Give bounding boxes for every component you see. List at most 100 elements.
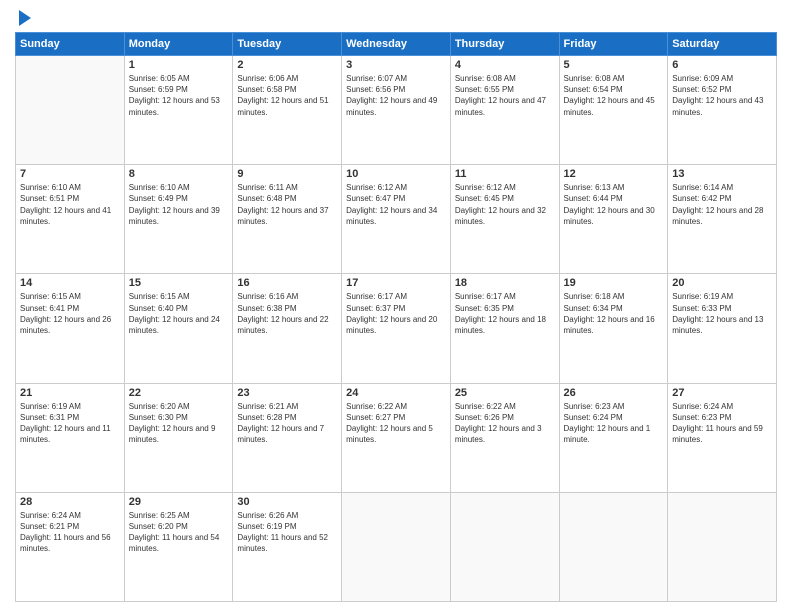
day-number: 16	[237, 277, 337, 289]
calendar-cell: 26 Sunrise: 6:23 AMSunset: 6:24 PMDayligh…	[559, 383, 668, 492]
day-info: Sunrise: 6:08 AMSunset: 6:54 PMDaylight:…	[564, 73, 664, 118]
day-number: 26	[564, 387, 664, 399]
day-number: 29	[129, 496, 229, 508]
calendar-cell: 13Sunrise: 6:14 AMSunset: 6:42 PMDayligh…	[668, 165, 777, 274]
calendar-cell: 1 Sunrise: 6:05 AMSunset: 6:59 PMDaylight…	[124, 56, 233, 165]
calendar-cell: 19 Sunrise: 6:18 AMSunset: 6:34 PMDayligh…	[559, 274, 668, 383]
calendar-cell: 25 Sunrise: 6:22 AMSunset: 6:26 PMDayligh…	[450, 383, 559, 492]
day-number: 18	[455, 277, 555, 289]
day-info: Sunrise: 6:26 AMSunset: 6:19 PMDaylight:…	[237, 510, 337, 555]
calendar-body: 1 Sunrise: 6:05 AMSunset: 6:59 PMDaylight…	[16, 56, 777, 602]
day-info: Sunrise: 6:24 AMSunset: 6:23 PMDaylight:…	[672, 401, 772, 446]
day-number: 30	[237, 496, 337, 508]
calendar-cell: 16 Sunrise: 6:16 AMSunset: 6:38 PMDayligh…	[233, 274, 342, 383]
calendar-cell: 28 Sunrise: 6:24 AMSunset: 6:21 PMDayligh…	[16, 492, 125, 601]
day-info: Sunrise: 6:22 AMSunset: 6:26 PMDaylight:…	[455, 401, 555, 446]
week-row-1: 1 Sunrise: 6:05 AMSunset: 6:59 PMDaylight…	[16, 56, 777, 165]
day-info: Sunrise: 6:12 AMSunset: 6:47 PMDaylight:…	[346, 182, 446, 227]
calendar-cell: 4 Sunrise: 6:08 AMSunset: 6:55 PMDaylight…	[450, 56, 559, 165]
calendar-cell: 5Sunrise: 6:08 AMSunset: 6:54 PMDaylight…	[559, 56, 668, 165]
calendar-cell	[559, 492, 668, 601]
day-info: Sunrise: 6:10 AMSunset: 6:49 PMDaylight:…	[129, 182, 229, 227]
calendar-cell: 27 Sunrise: 6:24 AMSunset: 6:23 PMDayligh…	[668, 383, 777, 492]
day-number: 20	[672, 277, 772, 289]
calendar-cell: 15 Sunrise: 6:15 AMSunset: 6:40 PMDayligh…	[124, 274, 233, 383]
week-row-5: 28 Sunrise: 6:24 AMSunset: 6:21 PMDayligh…	[16, 492, 777, 601]
day-info: Sunrise: 6:19 AMSunset: 6:33 PMDaylight:…	[672, 291, 772, 336]
day-number: 1	[129, 59, 229, 71]
day-info: Sunrise: 6:23 AMSunset: 6:24 PMDaylight:…	[564, 401, 664, 446]
week-row-4: 21 Sunrise: 6:19 AMSunset: 6:31 PMDayligh…	[16, 383, 777, 492]
calendar-cell: 3Sunrise: 6:07 AMSunset: 6:56 PMDaylight…	[342, 56, 451, 165]
calendar-cell: 12Sunrise: 6:13 AMSunset: 6:44 PMDayligh…	[559, 165, 668, 274]
calendar-cell: 22Sunrise: 6:20 AMSunset: 6:30 PMDayligh…	[124, 383, 233, 492]
calendar-cell	[668, 492, 777, 601]
logo	[15, 10, 31, 24]
calendar-cell: 7Sunrise: 6:10 AMSunset: 6:51 PMDaylight…	[16, 165, 125, 274]
day-info: Sunrise: 6:16 AMSunset: 6:38 PMDaylight:…	[237, 291, 337, 336]
day-number: 4	[455, 59, 555, 71]
day-info: Sunrise: 6:06 AMSunset: 6:58 PMDaylight:…	[237, 73, 337, 118]
calendar-cell: 14 Sunrise: 6:15 AMSunset: 6:41 PMDayligh…	[16, 274, 125, 383]
day-info: Sunrise: 6:22 AMSunset: 6:27 PMDaylight:…	[346, 401, 446, 446]
day-number: 17	[346, 277, 446, 289]
calendar-cell: 23 Sunrise: 6:21 AMSunset: 6:28 PMDayligh…	[233, 383, 342, 492]
day-number: 14	[20, 277, 120, 289]
calendar-cell: 21 Sunrise: 6:19 AMSunset: 6:31 PMDayligh…	[16, 383, 125, 492]
page: SundayMondayTuesdayWednesdayThursdayFrid…	[0, 0, 792, 612]
day-number: 21	[20, 387, 120, 399]
day-info: Sunrise: 6:20 AMSunset: 6:30 PMDaylight:…	[129, 401, 229, 446]
day-number: 19	[564, 277, 664, 289]
day-info: Sunrise: 6:10 AMSunset: 6:51 PMDaylight:…	[20, 182, 120, 227]
day-info: Sunrise: 6:14 AMSunset: 6:42 PMDaylight:…	[672, 182, 772, 227]
weekday-monday: Monday	[124, 33, 233, 56]
day-info: Sunrise: 6:19 AMSunset: 6:31 PMDaylight:…	[20, 401, 120, 446]
day-info: Sunrise: 6:17 AMSunset: 6:35 PMDaylight:…	[455, 291, 555, 336]
day-number: 8	[129, 168, 229, 180]
calendar-cell: 20 Sunrise: 6:19 AMSunset: 6:33 PMDayligh…	[668, 274, 777, 383]
calendar-cell: 6Sunrise: 6:09 AMSunset: 6:52 PMDaylight…	[668, 56, 777, 165]
day-info: Sunrise: 6:13 AMSunset: 6:44 PMDaylight:…	[564, 182, 664, 227]
calendar-table: SundayMondayTuesdayWednesdayThursdayFrid…	[15, 32, 777, 602]
week-row-3: 14 Sunrise: 6:15 AMSunset: 6:41 PMDayligh…	[16, 274, 777, 383]
day-number: 23	[237, 387, 337, 399]
calendar-cell: 8 Sunrise: 6:10 AMSunset: 6:49 PMDaylight…	[124, 165, 233, 274]
calendar-cell	[16, 56, 125, 165]
weekday-saturday: Saturday	[668, 33, 777, 56]
weekday-header-row: SundayMondayTuesdayWednesdayThursdayFrid…	[16, 33, 777, 56]
day-info: Sunrise: 6:11 AMSunset: 6:48 PMDaylight:…	[237, 182, 337, 227]
weekday-friday: Friday	[559, 33, 668, 56]
day-number: 15	[129, 277, 229, 289]
day-number: 3	[346, 59, 446, 71]
calendar-cell: 30 Sunrise: 6:26 AMSunset: 6:19 PMDayligh…	[233, 492, 342, 601]
day-number: 10	[346, 168, 446, 180]
day-number: 27	[672, 387, 772, 399]
day-number: 2	[237, 59, 337, 71]
calendar-cell: 10 Sunrise: 6:12 AMSunset: 6:47 PMDayligh…	[342, 165, 451, 274]
day-info: Sunrise: 6:25 AMSunset: 6:20 PMDaylight:…	[129, 510, 229, 555]
day-info: Sunrise: 6:24 AMSunset: 6:21 PMDaylight:…	[20, 510, 120, 555]
calendar-cell: 17 Sunrise: 6:17 AMSunset: 6:37 PMDayligh…	[342, 274, 451, 383]
calendar-cell: 18 Sunrise: 6:17 AMSunset: 6:35 PMDayligh…	[450, 274, 559, 383]
day-number: 6	[672, 59, 772, 71]
calendar-cell	[450, 492, 559, 601]
day-info: Sunrise: 6:15 AMSunset: 6:40 PMDaylight:…	[129, 291, 229, 336]
weekday-sunday: Sunday	[16, 33, 125, 56]
day-info: Sunrise: 6:05 AMSunset: 6:59 PMDaylight:…	[129, 73, 229, 118]
week-row-2: 7Sunrise: 6:10 AMSunset: 6:51 PMDaylight…	[16, 165, 777, 274]
weekday-tuesday: Tuesday	[233, 33, 342, 56]
weekday-thursday: Thursday	[450, 33, 559, 56]
day-number: 11	[455, 168, 555, 180]
day-number: 9	[237, 168, 337, 180]
weekday-wednesday: Wednesday	[342, 33, 451, 56]
calendar-cell: 2 Sunrise: 6:06 AMSunset: 6:58 PMDaylight…	[233, 56, 342, 165]
day-info: Sunrise: 6:21 AMSunset: 6:28 PMDaylight:…	[237, 401, 337, 446]
day-number: 24	[346, 387, 446, 399]
day-number: 25	[455, 387, 555, 399]
day-info: Sunrise: 6:08 AMSunset: 6:55 PMDaylight:…	[455, 73, 555, 118]
day-info: Sunrise: 6:18 AMSunset: 6:34 PMDaylight:…	[564, 291, 664, 336]
day-number: 28	[20, 496, 120, 508]
day-info: Sunrise: 6:15 AMSunset: 6:41 PMDaylight:…	[20, 291, 120, 336]
day-info: Sunrise: 6:17 AMSunset: 6:37 PMDaylight:…	[346, 291, 446, 336]
calendar-cell: 9 Sunrise: 6:11 AMSunset: 6:48 PMDaylight…	[233, 165, 342, 274]
